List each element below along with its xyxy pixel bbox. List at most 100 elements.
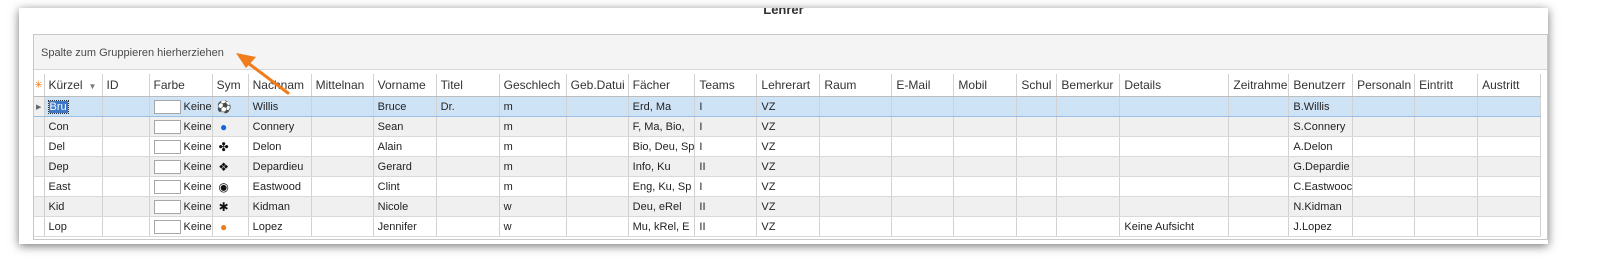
cell-col19[interactable] <box>1228 216 1290 237</box>
cell-col14[interactable] <box>891 196 955 217</box>
column-header-13[interactable]: Raum <box>819 74 893 97</box>
cell-col13[interactable] <box>819 116 893 137</box>
cell-col14[interactable] <box>891 156 955 177</box>
cell-vorname[interactable]: Gerard <box>373 156 437 177</box>
cell-col21[interactable] <box>1352 216 1416 237</box>
cell-col9[interactable] <box>566 216 629 237</box>
cell-sym[interactable]: ⚽ <box>212 96 249 117</box>
cell-col13[interactable] <box>819 136 893 157</box>
cell-col5[interactable] <box>311 216 374 237</box>
cell-benutzer[interactable]: B.Willis <box>1288 96 1354 117</box>
cell-nachname[interactable]: Depardieu <box>248 156 312 177</box>
column-header-5[interactable]: Mittelnan <box>311 74 374 97</box>
cell-col17[interactable] <box>1056 136 1121 157</box>
column-header-10[interactable]: Fächer <box>628 74 696 97</box>
cell-details[interactable] <box>1119 196 1230 217</box>
cell-col23[interactable] <box>1477 116 1542 137</box>
cell-col15[interactable] <box>953 116 1018 137</box>
cell-farbe[interactable]: Keine <box>149 116 213 137</box>
cell-kuerzel[interactable]: Kid <box>44 196 103 217</box>
cell-col21[interactable] <box>1352 176 1416 197</box>
cell-col1[interactable] <box>102 196 150 217</box>
cell-nachname[interactable]: Lopez <box>248 216 312 237</box>
cell-sym[interactable]: ✤ <box>212 136 249 157</box>
cell-col16[interactable] <box>1016 156 1058 177</box>
cell-benutzer[interactable]: A.Delon <box>1288 136 1354 157</box>
color-swatch[interactable] <box>153 159 181 174</box>
column-header-3[interactable]: Sym <box>212 74 249 97</box>
cell-col17[interactable] <box>1056 156 1121 177</box>
cell-details[interactable]: Keine Aufsicht <box>1119 216 1230 237</box>
cell-geschlecht[interactable]: w <box>499 216 567 237</box>
column-header-4[interactable]: Nachnam <box>248 74 312 97</box>
color-swatch[interactable] <box>153 99 181 114</box>
cell-col13[interactable] <box>819 196 893 217</box>
cell-col13[interactable] <box>819 156 893 177</box>
cell-sym[interactable]: ◉ <box>212 176 249 197</box>
cell-col9[interactable] <box>566 196 629 217</box>
cell-col17[interactable] <box>1056 216 1121 237</box>
cell-geschlecht[interactable]: m <box>499 116 567 137</box>
column-header-6[interactable]: Vorname <box>373 74 437 97</box>
column-header-9[interactable]: Geb.Datui <box>566 74 629 97</box>
row-indicator[interactable] <box>34 116 45 137</box>
cell-sym[interactable]: ● <box>212 116 249 137</box>
cell-nachname[interactable]: Eastwood <box>248 176 312 197</box>
table-row[interactable]: Dep Keine ❖ Depardieu Gerard m Info, Ku II VZ G.D… <box>34 156 1542 177</box>
column-header-16[interactable]: Schul <box>1016 74 1058 97</box>
column-header-7[interactable]: Titel <box>436 74 500 97</box>
row-indicator[interactable] <box>34 176 45 197</box>
cell-vorname[interactable]: Nicole <box>373 196 437 217</box>
table-row[interactable]: Lop Keine ● Lopez Jennifer w Mu, kRel, E II VZ Ke… <box>34 216 1542 237</box>
color-swatch[interactable] <box>153 199 181 214</box>
cell-col22[interactable] <box>1414 176 1479 197</box>
row-indicator[interactable] <box>34 136 45 157</box>
cell-col1[interactable] <box>102 216 150 237</box>
cell-faecher[interactable]: Erd, Ma <box>628 96 696 117</box>
cell-benutzer[interactable]: J.Lopez <box>1288 216 1354 237</box>
cell-col22[interactable] <box>1414 196 1479 217</box>
cell-geschlecht[interactable]: m <box>499 136 567 157</box>
cell-sym[interactable]: ● <box>212 216 249 237</box>
column-header-1[interactable]: ID <box>102 74 150 97</box>
cell-col1[interactable] <box>102 96 150 117</box>
cell-col23[interactable] <box>1477 156 1542 177</box>
cell-col15[interactable] <box>953 176 1018 197</box>
column-header-8[interactable]: Geschlech <box>499 74 567 97</box>
table-row[interactable]: ▶ Bru Keine ⚽ Willis Bruce Dr. m Erd, Ma I VZ B.Wil… <box>34 96 1542 117</box>
cell-details[interactable] <box>1119 156 1230 177</box>
cell-details[interactable] <box>1119 116 1230 137</box>
cell-col21[interactable] <box>1352 196 1416 217</box>
cell-col13[interactable] <box>819 96 893 117</box>
cell-lehrerart[interactable]: VZ <box>756 116 821 137</box>
cell-titel[interactable] <box>436 116 500 137</box>
table-row[interactable]: East Keine ◉ Eastwood Clint m Eng, Ku, Sp I VZ C.… <box>34 176 1542 197</box>
column-header-19[interactable]: Zeitrahmе <box>1228 74 1290 97</box>
cell-col13[interactable] <box>819 176 893 197</box>
cell-col9[interactable] <box>566 96 629 117</box>
cell-col21[interactable] <box>1352 116 1416 137</box>
cell-col5[interactable] <box>311 96 374 117</box>
cell-nachname[interactable]: Connery <box>248 116 312 137</box>
cell-faecher[interactable]: F, Ma, Bio, <box>628 116 696 137</box>
cell-vorname[interactable]: Bruce <box>373 96 437 117</box>
cell-col23[interactable] <box>1477 136 1542 157</box>
cell-col14[interactable] <box>891 96 955 117</box>
cell-farbe[interactable]: Keine <box>149 96 213 117</box>
cell-lehrerart[interactable]: VZ <box>756 136 821 157</box>
cell-benutzer[interactable]: G.Depardie <box>1288 156 1354 177</box>
cell-col19[interactable] <box>1228 136 1290 157</box>
cell-lehrerart[interactable]: VZ <box>756 196 821 217</box>
cell-col19[interactable] <box>1228 176 1290 197</box>
cell-col22[interactable] <box>1414 156 1479 177</box>
row-indicator[interactable]: ▶ <box>34 96 45 117</box>
cell-benutzer[interactable]: S.Connery <box>1288 116 1354 137</box>
cell-col19[interactable] <box>1228 116 1290 137</box>
row-indicator[interactable] <box>34 216 45 237</box>
cell-geschlecht[interactable]: w <box>499 196 567 217</box>
cell-lehrerart[interactable]: VZ <box>756 96 821 117</box>
cell-col5[interactable] <box>311 116 374 137</box>
cell-col9[interactable] <box>566 156 629 177</box>
cell-farbe[interactable]: Keine <box>149 176 213 197</box>
cell-col14[interactable] <box>891 136 955 157</box>
